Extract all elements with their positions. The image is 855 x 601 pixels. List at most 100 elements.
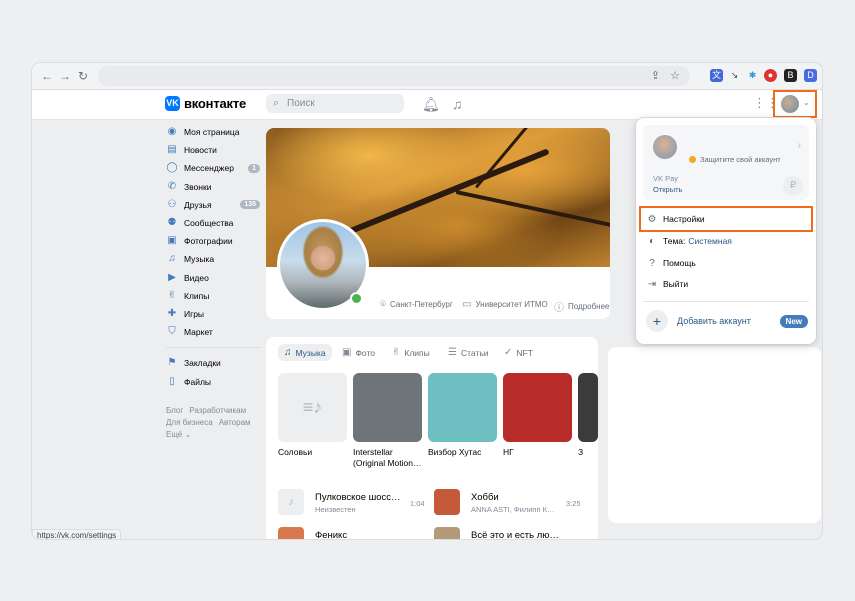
footer-link[interactable]: Для бизнеса [166, 418, 213, 427]
ruble-icon: ₽ [783, 176, 803, 196]
track-item[interactable]: Хобби ANNA ASTI, Филипп К… [471, 492, 554, 514]
sidebar-item[interactable]: ⛉ Маркет [166, 323, 262, 341]
media-block: ♫ Музыка ▣ Фото ✌ Клипы ☰ Статьи ✓ NFT ≡♪ Соло… [266, 337, 598, 539]
track-cover[interactable] [434, 489, 460, 515]
plus-icon: + [646, 310, 668, 332]
tab-label: Статьи [460, 347, 489, 358]
bookmark-star-icon[interactable]: ☆ [670, 69, 680, 82]
sidebar-item[interactable]: ▣ Фотографии [166, 232, 262, 250]
tool-extension-icon[interactable]: ↘ [728, 69, 741, 82]
logout-icon: ⇥ [647, 278, 657, 290]
warning-dot-icon [689, 156, 696, 163]
music-note-icon: ♪ [288, 496, 294, 508]
vkpay-open-link[interactable]: Открыть [653, 185, 682, 194]
avatar [653, 135, 677, 159]
chevron-down-icon: ⌄ [803, 98, 810, 107]
album-title[interactable]: НГ [503, 447, 575, 458]
translate-extension-icon[interactable]: 文 [710, 69, 723, 82]
clips-icon: ✌ [167, 289, 177, 301]
profile-university[interactable]: ▭ Университет ИТМО [462, 299, 548, 310]
vk-logo-text[interactable]: вконтакте [184, 96, 246, 111]
university-label: Университет ИТМО [475, 300, 548, 309]
bell-icon[interactable]: 🔔︎ [422, 96, 440, 113]
menu-item-theme[interactable]: ◐ Тема: Системная [646, 232, 732, 250]
profile-more[interactable]: ⓘ Подробнее [554, 299, 610, 314]
tab-articles[interactable]: ☰ Статьи [448, 347, 489, 358]
tab-music[interactable]: ♫ Музыка [278, 344, 332, 361]
video-icon: ▶ [168, 271, 176, 283]
online-indicator [350, 292, 363, 305]
vkpay-card[interactable]: VK Pay Открыть ₽ [643, 170, 809, 200]
tab-clips[interactable]: ✌ Клипы [392, 347, 430, 358]
sidebar-item[interactable]: ♫ Музыка [166, 250, 262, 268]
sidebar-item-label: Звонки [184, 181, 212, 192]
sidebar-item[interactable]: ⚉ Сообщества [166, 214, 262, 232]
briefcase-icon: ▭ [462, 299, 472, 310]
album-cover[interactable] [578, 373, 598, 442]
track-cover[interactable] [434, 527, 460, 539]
profile-icon: ◉ [167, 126, 177, 138]
sidebar-item-label: Друзья [184, 199, 212, 210]
sidebar-item[interactable]: ⚑ Закладки [166, 354, 262, 372]
market-icon: ⛉ [168, 326, 176, 338]
sidebar-item[interactable]: ✆ Звонки [166, 178, 262, 196]
search-input[interactable]: ⌕ Поиск [266, 94, 404, 113]
profile-menu-button[interactable]: ⌄ [773, 90, 817, 118]
track-title: Всё это и есть лю… [471, 530, 559, 539]
footer-link[interactable]: Авторам [219, 418, 251, 427]
sidebar-item[interactable]: ✚ Игры [166, 305, 262, 323]
browser-toolbar: ← → ↻ ⇪ ☆ 文 ↘ ✱ ● B D [32, 63, 822, 90]
menu-item-help[interactable]: ? Помощь [646, 254, 696, 272]
settings-highlight [639, 206, 813, 232]
sidebar-item[interactable]: ▯ Файлы [166, 372, 262, 390]
footer-link[interactable]: Ещё ⌄ [166, 430, 191, 439]
album-title[interactable]: Визбор Хутас [428, 447, 500, 458]
current-account-card[interactable]: Защитите свой аккаунт › [643, 125, 809, 170]
track-cover[interactable] [278, 527, 304, 539]
album-cover[interactable]: ≡♪ [278, 373, 347, 442]
warning-text: Защитите свой аккаунт [700, 155, 781, 164]
music-note-icon[interactable]: ♫ [452, 96, 463, 112]
address-bar[interactable]: ⇪ ☆ [98, 66, 690, 86]
album-title[interactable]: Interstellar (Original Motion… [353, 447, 425, 469]
forward-icon[interactable]: → [58, 69, 72, 83]
album-cover[interactable] [428, 373, 497, 442]
sidebar-item[interactable]: ◯ Мессенджер 1 [166, 159, 262, 177]
tab-nft[interactable]: ✓ NFT [504, 347, 533, 358]
track-cover[interactable]: ♪ [278, 489, 304, 515]
pokeball-extension-icon[interactable]: ● [764, 69, 777, 82]
track-duration: 3:25 [566, 499, 581, 508]
add-account-button[interactable]: + Добавить аккаунт [646, 310, 751, 332]
menu-item-logout[interactable]: ⇥ Выйти [646, 275, 688, 293]
track-item[interactable]: Всё это и есть лю… [471, 530, 559, 539]
footer-link[interactable]: Разработчикам [189, 406, 246, 415]
track-item[interactable]: Феникс [315, 530, 347, 539]
sidebar-item[interactable]: ◉ Моя страница [166, 123, 262, 141]
back-icon[interactable]: ← [40, 69, 54, 83]
share-icon[interactable]: ⇪ [651, 69, 660, 82]
d-extension-icon[interactable]: D [804, 69, 817, 82]
add-account-label: Добавить аккаунт [677, 316, 751, 326]
album-cover[interactable] [353, 373, 422, 442]
count-badge: 1 [248, 163, 260, 173]
profile-city[interactable]: ⌾ Санкт-Петербург [380, 299, 453, 310]
footer-link[interactable]: Блог [166, 406, 183, 415]
album-title[interactable]: Соловьи [278, 447, 350, 458]
news-icon: ▤ [167, 144, 177, 156]
gear-extension-icon[interactable]: ✱ [746, 69, 759, 82]
b-extension-icon[interactable]: B [784, 69, 797, 82]
image-icon: ▣ [342, 347, 352, 358]
sidebar-item[interactable]: ✌ Клипы [166, 287, 262, 305]
sidebar-item[interactable]: ▶ Видео [166, 269, 262, 287]
track-title: Хобби [471, 492, 499, 503]
track-item[interactable]: Пулковское шосс… Неизвестен [315, 492, 401, 514]
sidebar-item[interactable]: ⚇ Друзья 135 [166, 196, 262, 214]
sidebar-footer-links: Блог Разработчикам Для бизнеса Авторам Ещё ⌄ [166, 405, 262, 441]
sidebar-item[interactable]: ▤ Новости [166, 141, 262, 159]
messenger-icon: ◯ [166, 162, 178, 174]
vk-logo-icon[interactable]: VK [165, 96, 180, 111]
more-label: Подробнее [568, 302, 610, 311]
album-cover[interactable] [503, 373, 572, 442]
tab-photo[interactable]: ▣ Фото [342, 347, 375, 358]
reload-icon[interactable]: ↻ [76, 69, 90, 83]
